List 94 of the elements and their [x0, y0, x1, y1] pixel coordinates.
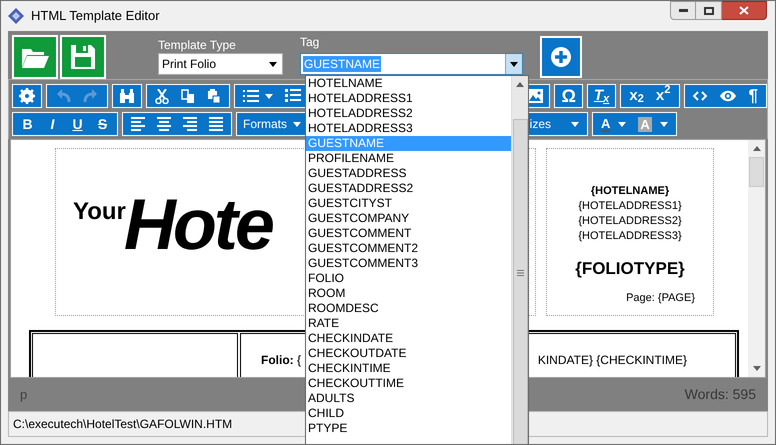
- dropdown-option[interactable]: ADULTS: [306, 391, 511, 406]
- caret-icon: [571, 122, 579, 126]
- bold-button[interactable]: B: [15, 113, 40, 135]
- dropdown-option[interactable]: ROOMDESC: [306, 301, 511, 316]
- dropdown-option[interactable]: GUESTCOMMENT: [306, 226, 511, 241]
- dropdown-option[interactable]: HOTELADDRESS1: [306, 91, 511, 106]
- window-title: HTML Template Editor: [31, 7, 160, 26]
- subscript-button[interactable]: x$_{2}$: [623, 85, 650, 107]
- scroll-down-icon: [752, 366, 760, 371]
- dropdown-option[interactable]: HOTELADDRESS2: [306, 106, 511, 121]
- align-left-icon: [131, 117, 145, 131]
- hotel-name-tag: {HOTELNAME}: [590, 184, 670, 199]
- dropdown-option[interactable]: RATE: [306, 316, 511, 331]
- caret-icon: [510, 62, 518, 66]
- word-count: Words: 595: [684, 385, 756, 404]
- font-color-dropdown[interactable]: A: [595, 113, 632, 135]
- check-in-text: KINDATE} {CHECKINTIME}: [538, 352, 687, 369]
- scroll-up-icon: [516, 82, 524, 87]
- folio-type-tag: {FOLIOTYPE}: [575, 256, 685, 282]
- caret-icon: [660, 122, 668, 126]
- font-sizes-dropdown[interactable]: izes: [524, 113, 587, 135]
- code-icon: [692, 91, 707, 101]
- strikethrough-button[interactable]: S: [90, 113, 115, 135]
- dropdown-option[interactable]: HOTELADDRESS3: [306, 121, 511, 136]
- logo-script-text: Hote: [124, 185, 272, 265]
- minimize-button[interactable]: [670, 1, 696, 20]
- dropdown-option[interactable]: ROOM: [306, 286, 511, 301]
- close-icon: [739, 6, 749, 15]
- dropdown-option[interactable]: GUESTCOMMENT3: [306, 256, 511, 271]
- element-path: p: [20, 386, 28, 404]
- caret-icon: [265, 94, 273, 98]
- dropdown-option[interactable]: CHECKINTIME: [306, 361, 511, 376]
- tag-label: Tag: [300, 35, 320, 49]
- align-center-icon: [157, 117, 171, 131]
- editor-scrollbar[interactable]: [748, 140, 765, 377]
- scroll-thumb[interactable]: [749, 157, 764, 187]
- redo-icon: [83, 89, 97, 103]
- caret-icon: [618, 122, 626, 126]
- close-button[interactable]: [722, 1, 767, 20]
- align-right-icon: [183, 117, 197, 131]
- dropdown-option[interactable]: GUESTADDRESS: [306, 166, 511, 181]
- paragraph-marks-button[interactable]: ¶: [742, 85, 764, 107]
- grip-icon: [516, 270, 524, 276]
- scissors-icon: [155, 88, 169, 104]
- dropdown-option[interactable]: GUESTCOMPANY: [306, 211, 511, 226]
- minimize-icon: [678, 9, 688, 12]
- maximize-button[interactable]: [696, 1, 722, 20]
- hotel-address-tag: {HOTELADDRESS1}: [578, 199, 682, 214]
- dropdown-option[interactable]: CHECKOUTTIME: [306, 376, 511, 391]
- plus-icon: [551, 47, 571, 67]
- list-scrollbar[interactable]: [511, 76, 528, 444]
- justify-icon: [209, 117, 223, 131]
- binoculars-icon: [119, 89, 135, 103]
- undo-icon: [57, 89, 71, 103]
- dropdown-option[interactable]: PTYPE: [306, 421, 511, 436]
- eye-icon: [718, 90, 737, 102]
- dropdown-option[interactable]: FOLIO: [306, 271, 511, 286]
- paste-icon: [207, 88, 221, 104]
- copy-icon: [181, 88, 195, 104]
- open-button[interactable]: [12, 35, 58, 79]
- dropdown-option[interactable]: GUESTCITYST: [306, 196, 511, 211]
- italic-button[interactable]: I: [40, 113, 65, 135]
- special-character-button[interactable]: Ω: [555, 85, 582, 107]
- add-tag-button[interactable]: [540, 36, 582, 78]
- caret-icon: [269, 62, 277, 66]
- gear-icon: [19, 88, 35, 104]
- underline-button[interactable]: U: [65, 113, 90, 135]
- caret-icon: [293, 122, 302, 126]
- formats-dropdown[interactable]: Formats: [237, 113, 308, 135]
- save-button[interactable]: [60, 35, 106, 79]
- scroll-up-icon: [752, 146, 760, 151]
- dropdown-button[interactable]: [505, 54, 522, 74]
- numbered-list-icon: [285, 89, 301, 103]
- app-icon: [7, 7, 25, 25]
- dropdown-option[interactable]: GUESTADDRESS2: [306, 181, 511, 196]
- file-path: C:\executech\HotelTest\GAFOLWIN.HTM: [13, 416, 232, 433]
- hotel-address-tag: {HOTELADDRESS3}: [578, 229, 682, 244]
- dropdown-option[interactable]: HOTELNAME: [306, 76, 511, 91]
- bulleted-list-icon: [243, 90, 259, 102]
- hotel-address-tag: {HOTELADDRESS2}: [578, 214, 682, 229]
- dropdown-option[interactable]: CHECKINDATE: [306, 331, 511, 346]
- dropdown-option[interactable]: PROFILENAME: [306, 151, 511, 166]
- logo-text: Your: [73, 197, 126, 225]
- folio-text: Folio: {: [261, 352, 301, 369]
- page-number-tag: Page: {PAGE}: [626, 290, 695, 306]
- dropdown-option[interactable]: CHILD: [306, 406, 511, 421]
- template-type-label: Template Type: [158, 38, 237, 52]
- maximize-icon: [704, 6, 714, 14]
- template-type-dropdown[interactable]: Print Folio: [158, 53, 283, 75]
- superscript-button[interactable]: x$^{2}$: [650, 85, 677, 107]
- dropdown-option[interactable]: GUESTCOMMENT2: [306, 241, 511, 256]
- clear-formatting-button[interactable]: T$_{x}$: [588, 85, 616, 107]
- scroll-thumb[interactable]: [512, 119, 528, 444]
- dropdown-option[interactable]: CHECKOUTDATE: [306, 346, 511, 361]
